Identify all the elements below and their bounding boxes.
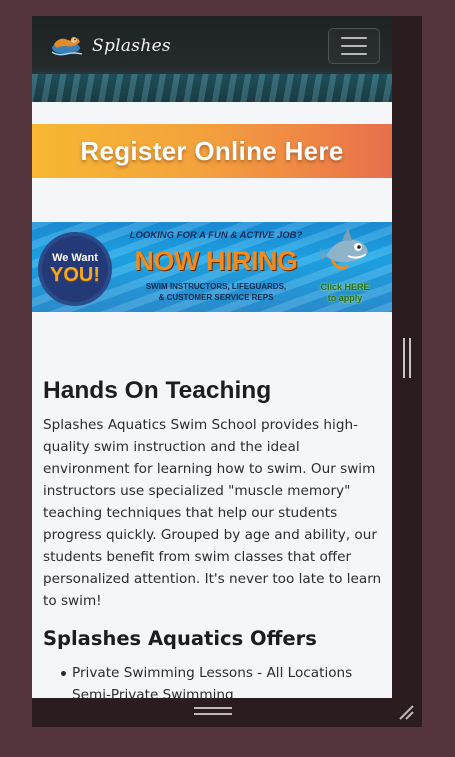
offer-text: Private Swimming Lessons - All Locations — [72, 665, 353, 681]
hiring-headline-small: LOOKING FOR A FUN & ACTIVE JOB? — [129, 230, 303, 241]
resize-corner-icon[interactable] — [396, 702, 416, 722]
offers-heading: Splashes Aquatics Offers — [43, 627, 317, 650]
brand-link[interactable]: Splashes — [48, 30, 171, 62]
badge-line2: YOU! — [50, 264, 100, 286]
swimmer-mascot-icon — [48, 32, 84, 60]
brand-name: Splashes — [92, 36, 171, 56]
hamburger-menu-icon — [341, 37, 367, 39]
register-online-banner[interactable]: Register Online Here — [32, 124, 392, 178]
offer-text: Semi-Private Swimming — [72, 687, 234, 698]
apply-cta-line2: to apply — [327, 293, 363, 303]
badge-line1: We Want — [52, 252, 98, 264]
offers-list: Private Swimming Lessons - All Locations… — [43, 662, 383, 698]
menu-toggle-button[interactable] — [328, 28, 380, 64]
intro-paragraph: Splashes Aquatics Swim School provides h… — [43, 417, 382, 609]
hiring-roles-line1: SWIM INSTRUCTORS, LIFEGUARDS, — [145, 282, 287, 291]
pool-lanes-backdrop — [32, 74, 392, 102]
section-heading: Hands On Teaching — [43, 377, 272, 404]
register-banner-text: Register Online Here — [80, 135, 344, 166]
drag-handle-icon[interactable] — [193, 707, 233, 719]
list-item: Private Swimming Lessons - All Locations — [61, 662, 383, 684]
apply-cta-line1: Click HERE — [320, 282, 370, 292]
navbar: Splashes — [32, 16, 392, 102]
hiring-roles-line2: & CUSTOMER SERVICE REPS — [158, 293, 274, 302]
shark-mascot-icon — [318, 226, 372, 282]
now-hiring-banner[interactable]: We Want YOU! LOOKING FOR A FUN & ACTIVE … — [32, 222, 392, 312]
main-content: Hands On Teaching Splashes Aquatics Swim… — [43, 376, 383, 698]
hiring-headline-main: NOW HIRING — [134, 246, 299, 276]
scroll-grip-icon[interactable] — [402, 338, 412, 378]
list-item: Semi-Private Swimming — [61, 684, 383, 698]
bullet-icon — [61, 671, 66, 676]
page-viewport: Splashes Register Online Here We Want YO… — [32, 16, 392, 698]
